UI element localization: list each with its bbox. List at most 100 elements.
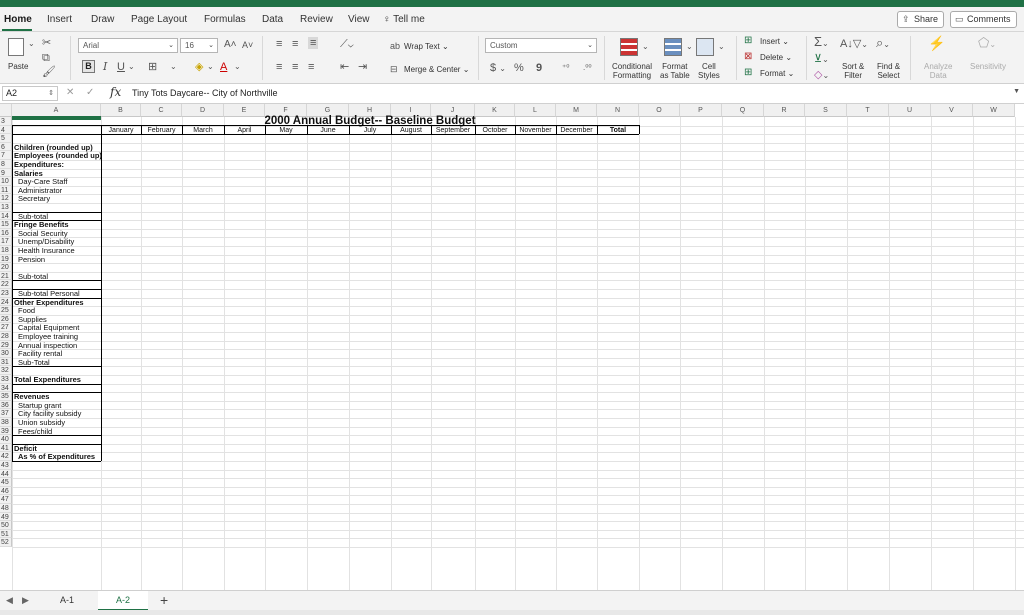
row-header-43[interactable]: 43 bbox=[0, 461, 12, 470]
row-header-18[interactable]: 18 bbox=[0, 246, 12, 255]
sensitivity-label[interactable]: Sensitivity bbox=[970, 62, 1006, 71]
chevron-down-icon[interactable]: ⌄ bbox=[234, 61, 241, 73]
row-header-8[interactable]: 8 bbox=[0, 160, 12, 169]
row-header-40[interactable]: 40 bbox=[0, 435, 12, 444]
row-header-49[interactable]: 49 bbox=[0, 512, 12, 522]
function-icon[interactable]: fx bbox=[110, 85, 121, 99]
cut-icon[interactable]: ✂ bbox=[42, 37, 51, 49]
delete-cells-icon[interactable]: ⊠ bbox=[744, 51, 752, 63]
comments-button[interactable]: ▭ Comments bbox=[950, 11, 1017, 28]
tab-insert[interactable]: Insert bbox=[47, 14, 72, 25]
search-icon[interactable]: ⌕⌄ bbox=[876, 36, 890, 51]
align-center-icon[interactable]: ≡ bbox=[292, 61, 298, 73]
borders-icon[interactable]: ⊞ bbox=[148, 61, 157, 73]
align-right-icon[interactable]: ≡ bbox=[308, 61, 314, 73]
row-header-14[interactable]: 14 bbox=[0, 211, 12, 221]
tab-formulas[interactable]: Formulas bbox=[204, 14, 246, 25]
row-header-30[interactable]: 30 bbox=[0, 349, 12, 358]
sort-filter-label[interactable]: Sort & Filter bbox=[842, 62, 864, 80]
merge-center-button[interactable]: Merge & Center ⌄ bbox=[404, 65, 469, 74]
wrap-text-button[interactable]: Wrap Text ⌄ bbox=[404, 42, 449, 51]
row-header-17[interactable]: 17 bbox=[0, 237, 12, 246]
clear-icon[interactable]: ◇⌄ bbox=[814, 69, 829, 82]
cancel-icon[interactable]: ✕ bbox=[66, 87, 74, 98]
fill-color-icon[interactable]: ◈ bbox=[195, 61, 203, 73]
row-header-44[interactable]: 44 bbox=[0, 469, 12, 479]
fill-icon[interactable]: ⊻⌄ bbox=[814, 53, 829, 66]
conditional-formatting-icon[interactable] bbox=[620, 38, 638, 56]
format-as-table-icon[interactable] bbox=[664, 38, 682, 56]
row-header-45[interactable]: 45 bbox=[0, 478, 12, 487]
column-header-v[interactable]: V bbox=[931, 104, 973, 117]
row-header-28[interactable]: 28 bbox=[0, 332, 12, 341]
row-header-32[interactable]: 32 bbox=[0, 366, 12, 375]
row-header-23[interactable]: 23 bbox=[0, 289, 12, 298]
column-header-p[interactable]: P bbox=[680, 104, 722, 117]
row-header-5[interactable]: 5 bbox=[0, 134, 12, 143]
row-header-4[interactable]: 4 bbox=[0, 125, 12, 135]
chevron-down-icon[interactable]: ⌄ bbox=[718, 41, 725, 53]
chevron-down-icon[interactable]: ⌄ bbox=[170, 61, 177, 73]
row-header-31[interactable]: 31 bbox=[0, 357, 12, 367]
decrease-font-icon[interactable]: A˅ bbox=[242, 39, 253, 51]
wrap-text-icon[interactable]: ab bbox=[390, 40, 400, 52]
tab-draw[interactable]: Draw bbox=[91, 14, 114, 25]
copy-icon[interactable]: ⧉ bbox=[42, 52, 50, 64]
row-header-25[interactable]: 25 bbox=[0, 306, 12, 315]
bold-button[interactable]: B bbox=[82, 60, 95, 73]
format-cells-icon[interactable]: ⊞ bbox=[744, 67, 752, 79]
align-top-icon[interactable]: ≡ bbox=[276, 38, 282, 50]
row-header-11[interactable]: 11 bbox=[0, 185, 12, 195]
row-header-36[interactable]: 36 bbox=[0, 400, 12, 410]
row-header-19[interactable]: 19 bbox=[0, 254, 12, 264]
chevron-down-icon[interactable]: ⌄ bbox=[128, 61, 135, 73]
format-painter-icon[interactable]: 🖌 bbox=[42, 66, 56, 78]
column-header-r[interactable]: R bbox=[764, 104, 805, 117]
cell-a19[interactable]: Pension bbox=[12, 255, 45, 264]
row-header-48[interactable]: 48 bbox=[0, 504, 12, 513]
row-header-21[interactable]: 21 bbox=[0, 271, 12, 281]
add-sheet-button[interactable]: + bbox=[160, 592, 168, 608]
row-header-47[interactable]: 47 bbox=[0, 495, 12, 504]
sheet-tab-a-2[interactable]: A-2 bbox=[98, 591, 148, 611]
tell-me[interactable]: ♀ Tell me bbox=[383, 14, 425, 25]
column-header-u[interactable]: U bbox=[889, 104, 931, 117]
prev-sheet-icon[interactable]: ◀ bbox=[6, 595, 13, 606]
cell-styles-icon[interactable] bbox=[696, 38, 714, 56]
insert-cells-button[interactable]: Insert ⌄ bbox=[760, 37, 789, 46]
row-header-51[interactable]: 51 bbox=[0, 529, 12, 539]
enter-icon[interactable]: ✓ bbox=[86, 87, 94, 98]
decrease-indent-icon[interactable]: ⇤ bbox=[340, 61, 349, 73]
analyze-data-icon[interactable]: ⚡ bbox=[928, 36, 945, 50]
row-header-12[interactable]: 12 bbox=[0, 194, 12, 203]
tab-view[interactable]: View bbox=[348, 14, 370, 25]
align-bottom-icon[interactable]: ≡ bbox=[308, 37, 319, 49]
row-header-42[interactable]: 42 bbox=[0, 452, 12, 461]
row-header-38[interactable]: 38 bbox=[0, 418, 12, 427]
find-select-label[interactable]: Find & Select bbox=[877, 62, 900, 80]
column-header-t[interactable]: T bbox=[847, 104, 889, 117]
cell-a12[interactable]: Secretary bbox=[12, 194, 50, 203]
sheet-tab-a-1[interactable]: A-1 bbox=[42, 591, 92, 611]
increase-indent-icon[interactable]: ⇥ bbox=[358, 61, 367, 73]
analyze-data-label[interactable]: Analyze Data bbox=[924, 62, 952, 80]
row-header-22[interactable]: 22 bbox=[0, 280, 12, 289]
merge-icon[interactable]: ⊟ bbox=[390, 63, 398, 75]
row-header-10[interactable]: 10 bbox=[0, 177, 12, 186]
row-header-35[interactable]: 35 bbox=[0, 392, 12, 401]
sort-filter-icon[interactable]: A↓▽⌄ bbox=[840, 38, 868, 51]
font-color-icon[interactable]: A bbox=[220, 61, 227, 73]
autosum-icon[interactable]: Σ⌄ bbox=[814, 35, 829, 50]
chevron-down-icon[interactable]: ▼ bbox=[1013, 88, 1020, 95]
tab-page-layout[interactable]: Page Layout bbox=[131, 14, 187, 25]
row-header-52[interactable]: 52 bbox=[0, 538, 12, 547]
font-size-select[interactable]: 16 ⌄ bbox=[180, 38, 218, 53]
worksheet-grid[interactable]: A B C D E F G H I J K L M N O P Q R S T U V W 3 4 5 6 7 8 9 10 11 12 13 14… bbox=[0, 104, 1024, 590]
row-header-29[interactable]: 29 bbox=[0, 340, 12, 350]
row-header-27[interactable]: 27 bbox=[0, 323, 12, 332]
row-header-20[interactable]: 20 bbox=[0, 263, 12, 272]
percent-button[interactable]: % bbox=[514, 62, 524, 74]
select-all-corner[interactable] bbox=[0, 104, 12, 117]
tab-review[interactable]: Review bbox=[300, 14, 333, 25]
row-header-7[interactable]: 7 bbox=[0, 151, 12, 160]
